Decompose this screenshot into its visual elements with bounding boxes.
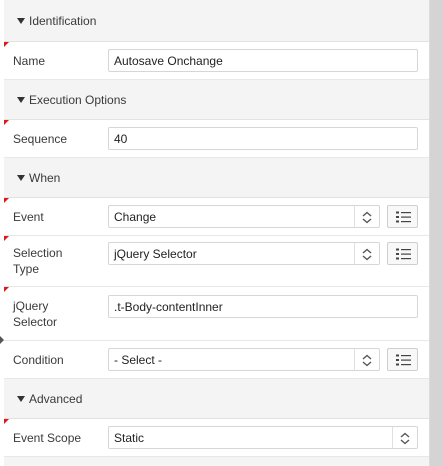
row-condition: Condition - Select - — [4, 341, 429, 379]
event-scope-select[interactable]: Static — [108, 426, 418, 449]
event-select[interactable]: Change — [108, 205, 380, 228]
section-when[interactable]: When — [4, 158, 429, 198]
section-execution-options[interactable]: Execution Options — [4, 80, 429, 120]
sequence-input[interactable]: 40 — [108, 127, 418, 150]
name-input[interactable]: Autosave Onchange — [108, 49, 418, 72]
required-flag-icon — [4, 198, 9, 203]
field-label: Selection Type — [13, 246, 63, 276]
section-advanced[interactable]: Advanced — [4, 379, 429, 419]
sequence-value: 40 — [114, 131, 128, 146]
field-label: Event Scope — [13, 431, 82, 445]
collapse-triangle-icon[interactable] — [17, 174, 25, 181]
required-flag-icon — [4, 236, 9, 241]
collapse-triangle-icon[interactable] — [17, 96, 25, 103]
section-identification[interactable]: Identification — [4, 0, 429, 42]
row-event-scope: Event Scope Static — [4, 419, 429, 457]
row-event: Event Change — [4, 198, 429, 236]
chevron-updown-icon[interactable] — [392, 427, 417, 448]
required-flag-icon — [4, 120, 9, 125]
name-value: Autosave Onchange — [114, 53, 223, 68]
list-icon — [396, 211, 411, 223]
condition-select[interactable]: - Select - — [108, 348, 380, 371]
field-label: Event — [13, 210, 44, 224]
collapse-triangle-icon[interactable] — [17, 17, 25, 24]
chevron-updown-icon[interactable] — [354, 243, 379, 264]
jquery-selector-value: .t-Body-contentInner — [114, 299, 223, 314]
chevron-updown-icon[interactable] — [354, 206, 379, 227]
required-flag-icon — [4, 419, 9, 424]
property-editor: Identification Name Autosave Onchange Ex… — [4, 0, 430, 466]
event-value: Change — [114, 209, 157, 224]
collapse-triangle-icon[interactable] — [17, 395, 25, 402]
vertical-scrollbar[interactable] — [430, 0, 443, 466]
field-label: Condition — [13, 353, 64, 367]
jquery-selector-input[interactable]: .t-Body-contentInner — [108, 295, 418, 318]
section-title: Identification — [29, 13, 97, 28]
selection-type-value: jQuery Selector — [114, 246, 197, 261]
list-icon — [396, 354, 411, 366]
condition-value: - Select - — [114, 352, 163, 367]
event-scope-value: Static — [114, 430, 145, 445]
row-sequence: Sequence 40 — [4, 120, 429, 158]
row-jquery-selector: jQuery Selector .t-Body-contentInner — [4, 287, 429, 341]
chevron-updown-icon[interactable] — [354, 349, 379, 370]
selection-type-list-button[interactable] — [387, 242, 418, 265]
row-selection-type: Selection Type jQuery Selector — [4, 236, 429, 287]
required-flag-icon — [4, 42, 9, 47]
row-name: Name Autosave Onchange — [4, 42, 429, 80]
field-label: Sequence — [13, 132, 68, 146]
section-footer — [4, 457, 429, 466]
field-label: jQuery Selector — [13, 299, 58, 329]
selection-type-select[interactable]: jQuery Selector — [108, 242, 380, 265]
section-title: Advanced — [29, 391, 83, 406]
required-flag-icon — [4, 287, 9, 292]
section-title: Execution Options — [29, 92, 127, 107]
section-title: When — [29, 170, 61, 185]
field-label: Name — [13, 54, 46, 68]
condition-list-button[interactable] — [387, 348, 418, 371]
event-list-button[interactable] — [387, 205, 418, 228]
list-icon — [396, 248, 411, 260]
